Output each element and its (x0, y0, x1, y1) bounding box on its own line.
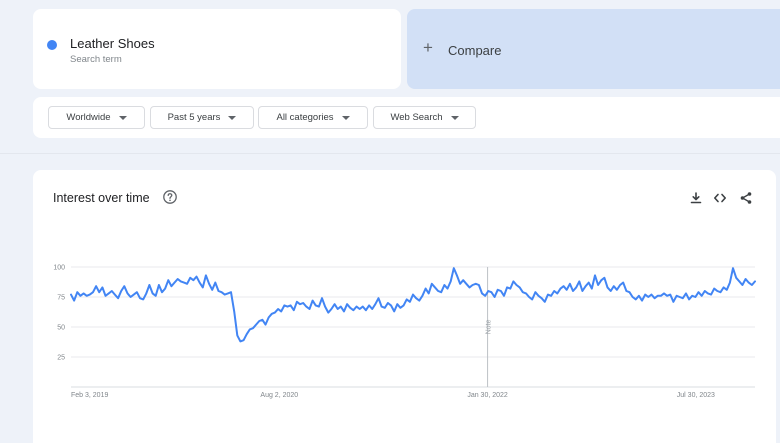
caret-down-icon (118, 115, 127, 120)
chart-section-title: Interest over time (53, 191, 150, 205)
y-tick-label: 50 (57, 325, 65, 332)
embed-code-icon[interactable] (713, 191, 727, 205)
annotation-label: Note (486, 320, 493, 335)
y-tick-label: 25 (57, 355, 65, 362)
compare-button[interactable]: + Compare (407, 9, 780, 89)
help-circle-icon[interactable] (162, 189, 178, 205)
caret-down-icon (228, 115, 237, 120)
x-tick-label: Jan 30, 2022 (467, 392, 508, 399)
term-color-dot (47, 40, 57, 50)
x-tick-label: Aug 2, 2020 (260, 392, 298, 399)
filter-category-label: All categories (276, 112, 334, 123)
caret-down-icon (450, 115, 459, 120)
filter-region-label: Worldwide (66, 112, 111, 123)
filter-search-type-dropdown[interactable]: Web Search (373, 106, 476, 129)
search-term-name[interactable]: Leather Shoes (70, 36, 155, 51)
download-icon[interactable] (689, 191, 703, 205)
filter-category-dropdown[interactable]: All categories (258, 106, 368, 129)
x-tick-label: Feb 3, 2019 (71, 392, 108, 399)
compare-label: Compare (448, 43, 502, 58)
caret-down-icon (341, 115, 350, 120)
interest-over-time-card: Interest over time 100 75 50 25 Feb 3, 2019 A… (33, 170, 776, 443)
series-line (70, 267, 756, 343)
search-term-card[interactable]: Leather Shoes Search term (33, 9, 401, 89)
share-icon[interactable] (739, 191, 753, 205)
y-tick-label: 100 (53, 265, 65, 272)
filter-bar: Worldwide Past 5 years All categories We… (33, 97, 780, 138)
filter-region-dropdown[interactable]: Worldwide (48, 106, 145, 129)
search-term-subtitle: Search term (70, 54, 122, 65)
x-tick-label: Jul 30, 2023 (677, 392, 715, 399)
y-tick-label: 75 (57, 295, 65, 302)
filter-time-dropdown[interactable]: Past 5 years (150, 106, 254, 129)
filter-search-type-label: Web Search (390, 112, 443, 123)
section-divider (0, 153, 780, 154)
plus-icon: + (423, 38, 433, 57)
interest-chart: 100 75 50 25 Feb 3, 2019 Aug 2, 2020 Jan 30, 2… (53, 265, 756, 399)
filter-time-label: Past 5 years (167, 112, 221, 123)
